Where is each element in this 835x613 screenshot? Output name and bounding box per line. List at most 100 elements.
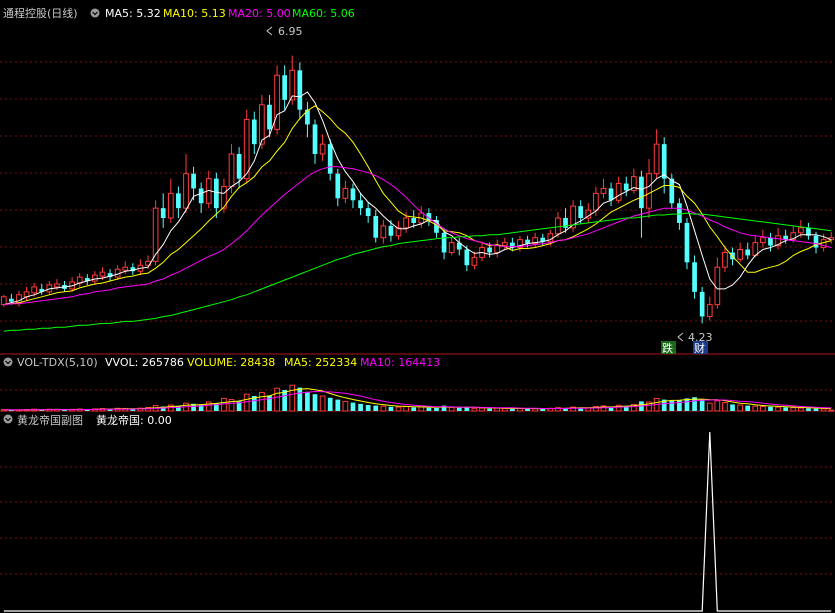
chart-canvas[interactable]: 通程控股(日线) MA5: 5.32 MA10: 5.13 MA20: 5.00… bbox=[0, 0, 835, 613]
volume-panel-title: VOL-TDX(5,10) bbox=[17, 356, 98, 369]
volume-bar-down bbox=[373, 405, 379, 411]
candle-body-up bbox=[646, 173, 652, 209]
volume-bar-down bbox=[540, 408, 546, 411]
candle-body-down bbox=[464, 249, 470, 266]
volume-bar-down bbox=[699, 399, 705, 411]
candle-body-down bbox=[335, 173, 341, 199]
volume-bar-down bbox=[745, 405, 751, 411]
volume-bar-up bbox=[501, 407, 508, 412]
ma10-legend: MA10: 5.13 bbox=[163, 7, 226, 20]
volume-bar-down bbox=[365, 405, 371, 411]
volume-bar-down bbox=[358, 403, 363, 411]
volume-bar-down bbox=[327, 397, 333, 411]
candle-body-down bbox=[578, 206, 584, 218]
candle bbox=[684, 218, 690, 270]
candle bbox=[152, 200, 159, 266]
candle-body-down bbox=[669, 178, 675, 204]
candle bbox=[243, 109, 250, 184]
volume-bar-up bbox=[706, 402, 713, 412]
candle-body-down bbox=[160, 208, 166, 218]
candle-body-down bbox=[441, 232, 447, 253]
volume-bar-up bbox=[752, 405, 759, 412]
candle-body-down bbox=[692, 262, 697, 292]
candle-body-up bbox=[342, 187, 349, 199]
candle-body-down bbox=[684, 222, 690, 263]
indicator-collapse-icon[interactable] bbox=[3, 414, 13, 424]
high-price-label: 6.95 bbox=[278, 25, 303, 38]
candle-body-up bbox=[54, 283, 60, 288]
candle-body-up bbox=[471, 256, 478, 266]
candle-body-up bbox=[714, 266, 721, 306]
badge-cai-label: 财 bbox=[694, 341, 705, 355]
candle-body-down bbox=[608, 188, 614, 201]
volume-bar-up bbox=[820, 408, 827, 412]
volume-bar-up bbox=[243, 393, 250, 412]
volume-bar-up bbox=[289, 384, 296, 412]
volume-bar-down bbox=[813, 408, 819, 411]
candle-body-up bbox=[122, 266, 129, 271]
volume-bar-down bbox=[487, 408, 492, 411]
candle-body-down bbox=[661, 144, 667, 179]
volume-bar-down bbox=[350, 402, 356, 411]
volume-bar-up bbox=[775, 406, 781, 412]
volume-bar-up bbox=[221, 397, 227, 412]
candle-body-down bbox=[297, 70, 303, 110]
candle-body-up bbox=[92, 274, 98, 282]
candle bbox=[274, 65, 280, 135]
volume-bar-down bbox=[677, 400, 682, 411]
volume-collapse-icon[interactable] bbox=[3, 357, 13, 367]
volume-bar-up bbox=[722, 402, 728, 412]
volume-bar-up bbox=[395, 406, 402, 412]
volume-bar-up bbox=[494, 407, 501, 412]
volume-bar-down bbox=[783, 407, 789, 411]
ma20-legend: MA20: 5.00 bbox=[228, 7, 291, 20]
volume-bar-up bbox=[274, 387, 280, 412]
candle-body-down bbox=[176, 193, 181, 209]
volume-bar-up bbox=[760, 406, 766, 412]
candle-body-down bbox=[312, 124, 318, 154]
badge-die-label: 跌 bbox=[662, 341, 673, 355]
candle-body-up bbox=[555, 217, 561, 235]
stock-chart-window: 通程控股(日线) MA5: 5.32 MA10: 5.13 MA20: 5.00… bbox=[0, 0, 835, 613]
volume-bar-down bbox=[426, 407, 432, 411]
candle-body-down bbox=[282, 75, 288, 100]
volume-bar-up bbox=[797, 407, 804, 412]
candle-body-down bbox=[191, 173, 196, 189]
volume-bar-down bbox=[806, 408, 811, 411]
volume-bar-up bbox=[342, 400, 349, 412]
volume-ma5-legend: MA5: 252334 bbox=[284, 356, 357, 369]
candle-body-down bbox=[768, 237, 773, 246]
volume-bar-down bbox=[388, 406, 394, 411]
candle-body-up bbox=[494, 245, 501, 253]
candle-body-up bbox=[600, 187, 607, 194]
candle-body-down bbox=[9, 298, 14, 302]
volume-bar-down bbox=[525, 408, 530, 411]
volume-legend: VOLUME: 28438 bbox=[187, 356, 275, 369]
candle-body-up bbox=[99, 271, 106, 277]
volume-bar-up bbox=[380, 405, 387, 412]
candle-body-up bbox=[31, 286, 38, 294]
candle-body-up bbox=[722, 251, 728, 268]
volume-panel-header: VOL-TDX(5,10) VVOL: 265786 VOLUME: 28438… bbox=[3, 356, 440, 369]
volume-bar-down bbox=[456, 407, 462, 411]
candle-body-down bbox=[677, 203, 682, 223]
candle-body-down bbox=[251, 119, 257, 145]
candle-body-up bbox=[274, 74, 280, 130]
volume-bar-down bbox=[510, 408, 515, 411]
volume-bar-up bbox=[319, 395, 326, 412]
candle-body-up bbox=[0, 296, 7, 306]
price-panel-header: 通程控股(日线) MA5: 5.32 MA10: 5.13 MA20: 5.00… bbox=[3, 6, 355, 20]
indicator-value-legend: 黄龙帝国: 0.00 bbox=[96, 413, 172, 427]
ma60-legend: MA60: 5.06 bbox=[292, 7, 355, 20]
volume-bar-down bbox=[267, 395, 272, 411]
volume-bar-down bbox=[684, 398, 690, 411]
volume-bar-down bbox=[434, 408, 439, 411]
volume-bar-up bbox=[259, 391, 265, 412]
collapse-toggle-icon[interactable] bbox=[90, 8, 100, 18]
volume-bar-down bbox=[297, 387, 303, 411]
volume-bar-up bbox=[479, 407, 485, 412]
volume-bar-down bbox=[312, 394, 318, 411]
candle-body-down bbox=[213, 178, 219, 209]
candle-body-up bbox=[403, 217, 409, 229]
volume-bar-up bbox=[471, 407, 478, 412]
